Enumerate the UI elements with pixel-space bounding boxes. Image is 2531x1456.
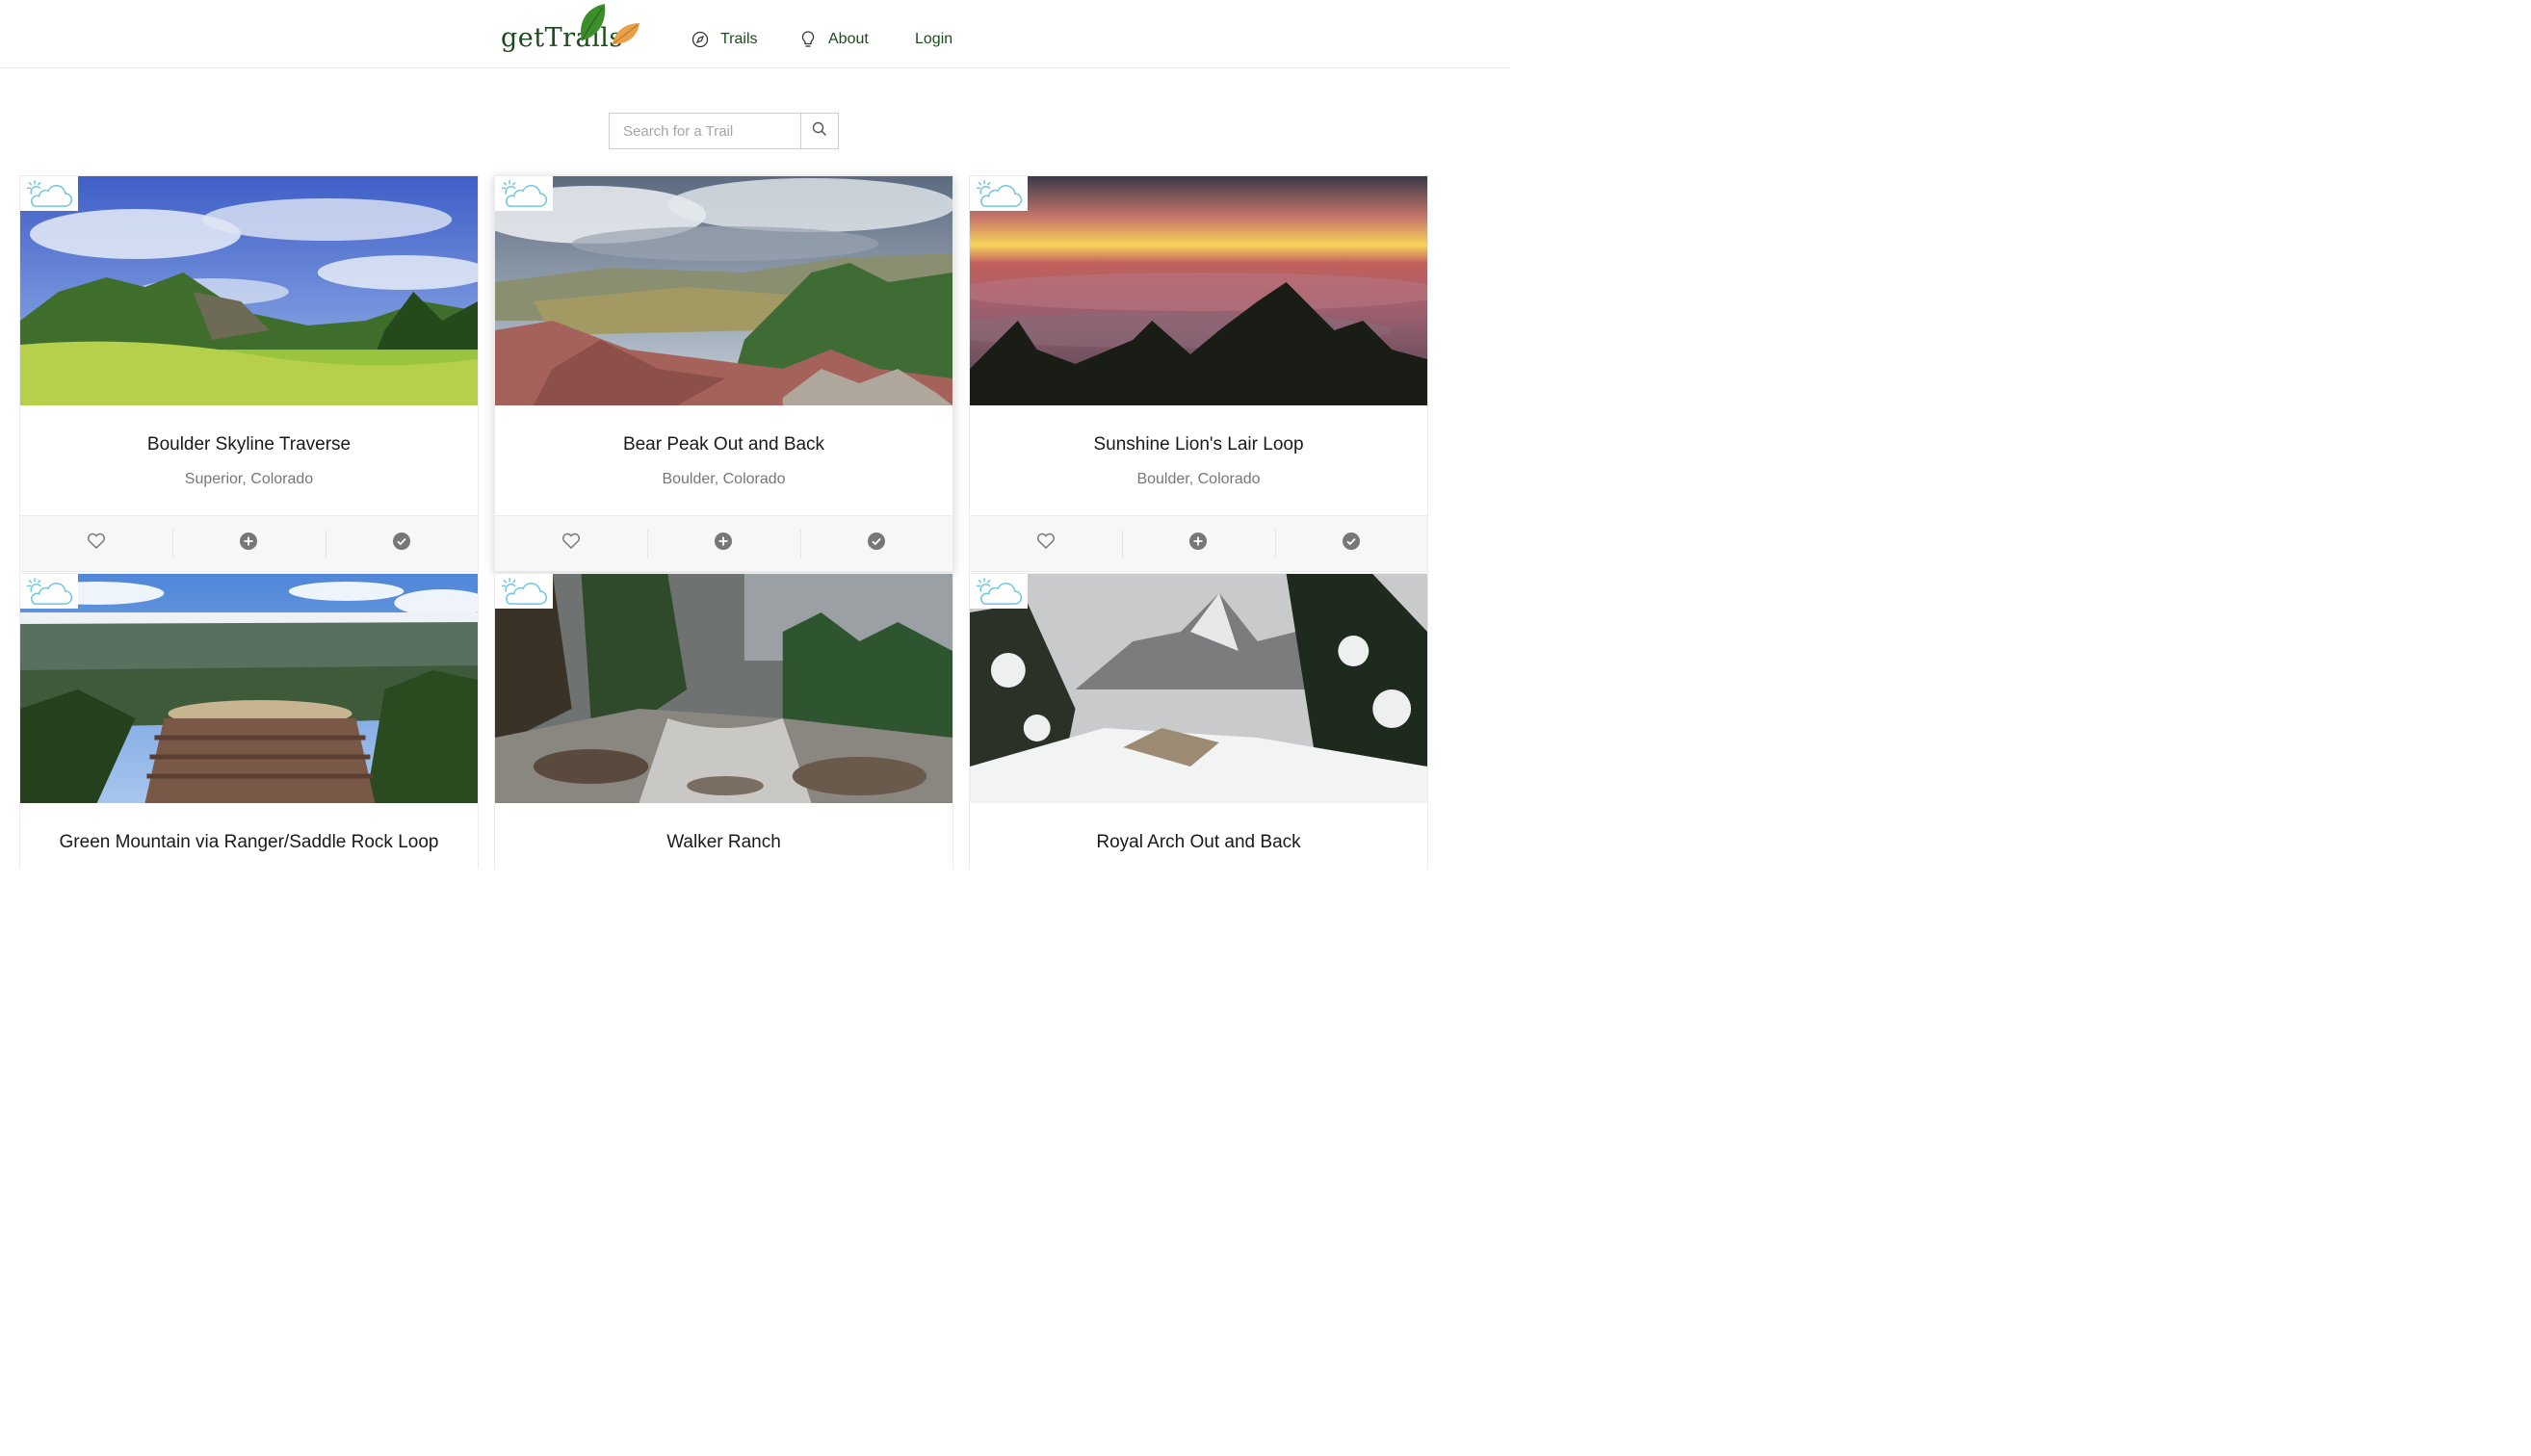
trail-search bbox=[609, 113, 839, 149]
trail-location: Boulder, Colorado bbox=[1136, 471, 1261, 487]
trail-card[interactable]: Bear Peak Out and Back Boulder, Colorado bbox=[494, 175, 953, 572]
trail-location: Superior, Colorado bbox=[184, 471, 314, 487]
search-icon bbox=[812, 121, 827, 142]
trail-photo[interactable] bbox=[970, 176, 1427, 405]
plus-circle-icon bbox=[714, 532, 733, 556]
plus-circle-icon bbox=[1188, 532, 1208, 556]
trail-card[interactable]: Royal Arch Out and Back bbox=[969, 573, 1428, 869]
heart-icon bbox=[87, 533, 106, 555]
add-button[interactable] bbox=[172, 516, 325, 571]
search-input[interactable] bbox=[610, 114, 800, 148]
top-header: getTrails Trails About Login bbox=[0, 0, 1510, 68]
nav-login[interactable]: Login bbox=[915, 28, 952, 51]
heart-icon bbox=[561, 533, 581, 555]
check-circle-icon bbox=[392, 532, 411, 556]
heart-icon bbox=[1036, 533, 1056, 555]
trail-name[interactable]: Boulder Skyline Traverse bbox=[20, 433, 478, 456]
trail-name[interactable]: Green Mountain via Ranger/Saddle Rock Lo… bbox=[20, 831, 478, 854]
partly-cloudy-icon bbox=[495, 574, 553, 609]
nav-trails[interactable]: Trails bbox=[691, 28, 758, 51]
partly-cloudy-icon bbox=[970, 574, 1028, 609]
completed-button[interactable] bbox=[325, 516, 478, 571]
trail-card[interactable]: Walker Ranch bbox=[494, 573, 953, 869]
lightbulb-icon bbox=[799, 30, 817, 49]
favorite-button[interactable] bbox=[20, 516, 172, 571]
nav-about-label: About bbox=[828, 31, 869, 47]
green-leaf-icon bbox=[581, 4, 606, 41]
partly-cloudy-icon bbox=[20, 574, 78, 609]
partly-cloudy-icon bbox=[20, 176, 78, 211]
partly-cloudy-icon bbox=[970, 176, 1028, 211]
trail-name[interactable]: Royal Arch Out and Back bbox=[970, 831, 1427, 854]
trail-card[interactable]: Boulder Skyline Traverse Superior, Color… bbox=[19, 175, 479, 572]
trail-name[interactable]: Walker Ranch bbox=[495, 831, 952, 854]
trail-photo[interactable] bbox=[20, 176, 478, 405]
partly-cloudy-icon bbox=[495, 176, 553, 211]
compass-icon bbox=[691, 31, 709, 48]
add-button[interactable] bbox=[1122, 516, 1274, 571]
trail-card[interactable]: Green Mountain via Ranger/Saddle Rock Lo… bbox=[19, 573, 479, 869]
nav-trails-label: Trails bbox=[720, 31, 758, 47]
card-actions bbox=[970, 515, 1427, 571]
trail-card[interactable]: Sunshine Lion's Lair Loop Boulder, Color… bbox=[969, 175, 1428, 572]
trail-photo[interactable] bbox=[495, 176, 952, 405]
trail-name[interactable]: Sunshine Lion's Lair Loop bbox=[970, 433, 1427, 456]
completed-button[interactable] bbox=[1274, 516, 1427, 571]
favorite-button[interactable] bbox=[970, 516, 1122, 571]
trail-photo[interactable] bbox=[970, 574, 1427, 803]
card-actions bbox=[20, 515, 478, 571]
search-button[interactable] bbox=[800, 114, 838, 148]
trail-name[interactable]: Bear Peak Out and Back bbox=[495, 433, 952, 456]
brand-logo[interactable]: getTrails bbox=[501, 0, 645, 65]
trail-location: Boulder, Colorado bbox=[662, 471, 786, 487]
nav-login-label: Login bbox=[915, 31, 953, 47]
trail-photo[interactable] bbox=[20, 574, 478, 803]
favorite-button[interactable] bbox=[495, 516, 647, 571]
completed-button[interactable] bbox=[799, 516, 952, 571]
card-actions bbox=[495, 515, 952, 571]
add-button[interactable] bbox=[647, 516, 799, 571]
plus-circle-icon bbox=[239, 532, 258, 556]
orange-leaf-icon bbox=[612, 23, 639, 45]
trail-photo[interactable] bbox=[495, 574, 952, 803]
check-circle-icon bbox=[867, 532, 886, 556]
nav-about[interactable]: About bbox=[799, 28, 869, 51]
check-circle-icon bbox=[1342, 532, 1361, 556]
